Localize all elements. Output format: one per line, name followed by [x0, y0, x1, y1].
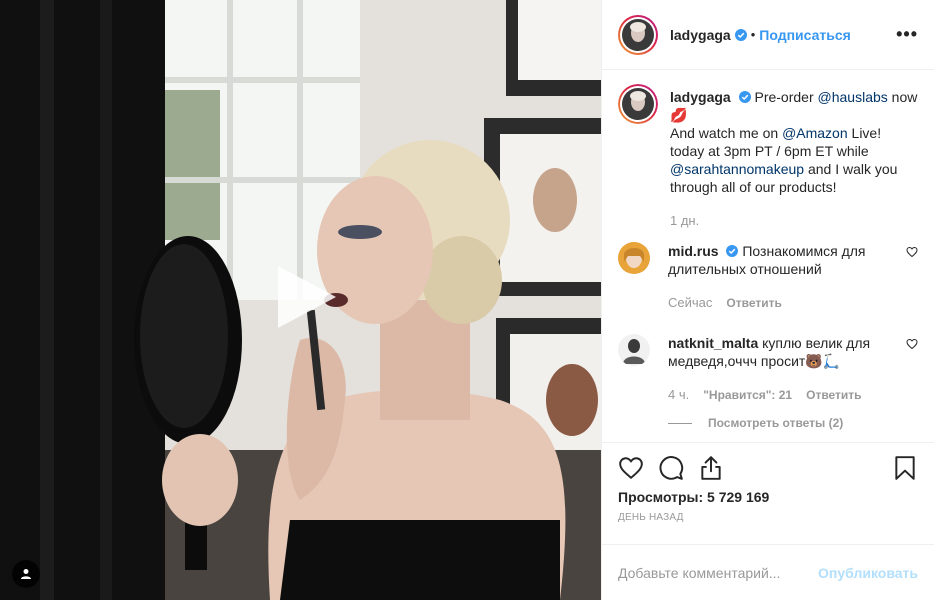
author-username[interactable]: ladygaga: [670, 27, 731, 43]
user-tag-icon: [21, 569, 31, 579]
mention-link[interactable]: @Amazon: [782, 125, 848, 141]
views-count[interactable]: Просмотры: 5 729 169: [618, 489, 918, 505]
commenter-username[interactable]: natknit_malta: [668, 335, 758, 351]
comment-item: mid.rus Познакомимся для длительных отно…: [618, 242, 918, 312]
follow-button[interactable]: Подписаться: [759, 27, 851, 43]
share-icon[interactable]: [698, 455, 724, 481]
verified-badge-icon: [734, 28, 747, 41]
author-avatar-image: [622, 18, 654, 51]
separator-dot: •: [750, 27, 756, 42]
post-date[interactable]: День назад: [618, 512, 918, 523]
verified-badge-icon: [738, 91, 751, 103]
comment-input[interactable]: [618, 564, 819, 581]
reply-button[interactable]: Ответить: [726, 294, 781, 312]
commenter-avatar[interactable]: [618, 242, 650, 274]
caption-text: Pre-order: [754, 89, 818, 105]
play-icon: [278, 266, 336, 328]
kiss-emoji: 💋: [670, 107, 688, 123]
more-options-button[interactable]: •••: [896, 24, 918, 45]
comments-list[interactable]: ladygaga Pre-order @hauslabs now 💋 And w…: [602, 70, 934, 442]
commenter-avatar[interactable]: [618, 334, 650, 366]
action-buttons-row: [618, 453, 918, 483]
instagram-post-modal: ladygaga • Подписаться ••• ladygaga Pre-…: [0, 0, 934, 600]
tagged-users-button[interactable]: [12, 560, 40, 588]
post-side-panel: ladygaga • Подписаться ••• ladygaga Pre-…: [601, 0, 934, 600]
view-replies-label: Посмотреть ответы (2): [708, 416, 844, 430]
comment-icon[interactable]: [658, 455, 684, 481]
caption-avatar-image: [622, 88, 654, 120]
bookmark-icon[interactable]: [892, 455, 918, 481]
caption: ladygaga Pre-order @hauslabs now 💋 And w…: [618, 84, 918, 230]
add-comment-bar: Опубликовать: [602, 544, 934, 600]
commenter-avatar-image: [618, 242, 650, 274]
verified-badge-icon: [726, 245, 739, 257]
comment-likes-count[interactable]: "Нравится": 21: [703, 386, 792, 404]
caption-avatar[interactable]: [618, 84, 658, 124]
heart-icon[interactable]: [618, 455, 644, 481]
post-actions: Просмотры: 5 729 169 День назад: [602, 442, 934, 544]
play-button[interactable]: [270, 262, 340, 332]
reply-button[interactable]: Ответить: [806, 386, 861, 404]
caption-username[interactable]: ladygaga: [670, 89, 731, 105]
comment-like-heart-icon[interactable]: [906, 246, 918, 258]
author-avatar[interactable]: [618, 14, 658, 55]
caption-text: And watch me on: [670, 125, 783, 141]
commenter-username[interactable]: mid.rus: [668, 243, 719, 259]
comment-item: natknit_malta куплю велик для медведя,оч…: [618, 334, 918, 404]
post-header: ladygaga • Подписаться •••: [602, 0, 934, 70]
post-video[interactable]: [0, 0, 601, 600]
comment-like-heart-icon[interactable]: [906, 338, 918, 350]
caption-time[interactable]: 1 дн.: [670, 212, 699, 230]
publish-button[interactable]: Опубликовать: [818, 565, 918, 581]
bear-scooter-emoji: 🐻🛴: [805, 353, 841, 369]
comment-time[interactable]: 4 ч.: [668, 386, 689, 404]
comment-time[interactable]: Сейчас: [668, 294, 712, 312]
replies-line: [668, 422, 692, 424]
commenter-avatar-image: [618, 334, 650, 366]
mention-link[interactable]: @hauslabs: [818, 89, 888, 105]
view-replies-button[interactable]: Посмотреть ответы (2): [668, 416, 918, 430]
mention-link[interactable]: @sarahtannomakeup: [670, 161, 804, 177]
caption-text: now: [887, 89, 918, 105]
